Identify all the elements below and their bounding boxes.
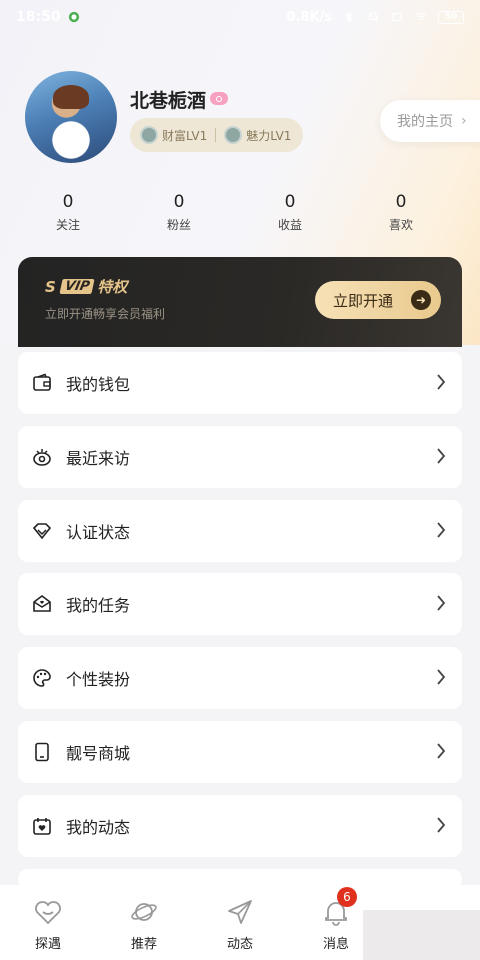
sim-icon <box>392 13 402 21</box>
svip-title: S VIP 特权 <box>45 276 127 297</box>
wifi-icon <box>415 12 427 21</box>
corner-overlay <box>363 910 480 960</box>
battery-icon: 50 <box>438 10 464 24</box>
charm-level-label: 魅力LV1 <box>246 128 292 143</box>
username: 北巷栀酒 <box>130 90 207 112</box>
status-time: 18:50 <box>16 9 61 25</box>
tab-label: 动态 <box>226 937 253 952</box>
stat-label: 粉丝 <box>166 218 191 232</box>
stat-label: 收益 <box>277 218 302 232</box>
wealth-level-icon <box>140 126 158 144</box>
tab-explore[interactable]: 探遇 <box>8 897 88 952</box>
charm-level: 魅力LV1 <box>224 126 291 144</box>
level-pill[interactable]: 财富LV1 魅力LV1 <box>130 118 303 152</box>
charm-level-icon <box>224 126 243 144</box>
menu-label: 我的任务 <box>66 596 131 615</box>
task-mail-icon <box>33 595 51 612</box>
network-speed: 0.8K/s <box>286 9 332 25</box>
svip-open-button[interactable]: 立即开通 ➜ <box>315 281 441 319</box>
stat-earnings[interactable]: 0 收益 <box>250 192 330 233</box>
message-count-badge: 6 <box>337 887 357 907</box>
app-notification-icon <box>68 11 79 23</box>
stat-following[interactable]: 0 关注 <box>28 192 108 233</box>
tab-label: 探遇 <box>34 937 61 952</box>
svip-logo-s: S <box>45 277 57 296</box>
chevron-right-icon: › <box>461 113 467 129</box>
level-divider <box>215 128 217 142</box>
planet-icon <box>131 903 157 921</box>
menu-label: 最近来访 <box>66 449 131 468</box>
stat-label: 喜欢 <box>388 218 413 232</box>
menu-label: 个性装扮 <box>66 670 131 689</box>
menu-label: 靓号商城 <box>66 744 131 763</box>
menu-item-verification[interactable]: 认证状态 <box>18 500 462 562</box>
tab-label: 推荐 <box>130 937 157 952</box>
bluetooth-icon <box>346 11 353 23</box>
chevron-right-icon <box>437 595 446 611</box>
menu-item-my-moments[interactable]: 我的动态 <box>18 795 462 857</box>
mute-icon <box>368 12 378 22</box>
eye-icon <box>33 449 51 466</box>
stat-likes[interactable]: 0 喜欢 <box>361 192 441 233</box>
calendar-heart-icon <box>33 818 51 835</box>
my-homepage-label: 我的主页 <box>397 114 453 130</box>
menu-item-wallet[interactable]: 我的钱包 <box>18 352 462 414</box>
paper-plane-icon <box>228 900 252 924</box>
chevron-right-icon <box>437 522 446 538</box>
stat-value: 0 <box>62 192 74 212</box>
svip-subtitle: 立即开通畅享会员福利 <box>45 307 166 321</box>
menu-label: 认证状态 <box>66 523 131 542</box>
heart-icon <box>35 901 61 925</box>
menu-item-vanity-number-store[interactable]: 靓号商城 <box>18 721 462 783</box>
svip-logo-vip: VIP <box>59 279 95 294</box>
chevron-right-icon <box>437 448 446 464</box>
stat-label: 关注 <box>55 218 80 232</box>
arrow-right-icon: ➜ <box>411 290 431 310</box>
wallet-icon <box>33 373 51 391</box>
chevron-right-icon <box>437 817 446 833</box>
chevron-right-icon <box>437 374 446 390</box>
status-bar: 18:50 0.8K/s 50 <box>0 0 480 34</box>
my-homepage-button[interactable]: 我的主页 › <box>380 100 480 142</box>
tab-recommend[interactable]: 推荐 <box>104 897 184 952</box>
phone-icon <box>35 742 49 762</box>
svip-title-text: 特权 <box>97 278 128 296</box>
chevron-right-icon <box>437 743 446 759</box>
svip-card[interactable]: S VIP 特权 立即开通畅享会员福利 立即开通 ➜ <box>18 257 462 347</box>
menu-item-personal-style[interactable]: 个性装扮 <box>18 647 462 709</box>
avatar[interactable] <box>25 71 117 163</box>
wealth-level-label: 财富LV1 <box>162 128 208 143</box>
stat-value: 0 <box>395 192 407 212</box>
palette-icon <box>33 669 51 687</box>
tab-moments[interactable]: 动态 <box>200 897 280 952</box>
stats-row: 0 关注 0 粉丝 0 收益 0 喜欢 <box>0 192 480 237</box>
search-badge-icon <box>210 92 228 105</box>
stat-followers[interactable]: 0 粉丝 <box>139 192 219 233</box>
menu-label: 我的钱包 <box>66 375 131 394</box>
wealth-level: 财富LV1 <box>140 126 207 144</box>
svip-open-label: 立即开通 <box>333 291 394 310</box>
diamond-icon <box>32 523 52 540</box>
chevron-right-icon <box>437 669 446 685</box>
menu-item-recent-visitors[interactable]: 最近来访 <box>18 426 462 488</box>
menu-item-my-tasks[interactable]: 我的任务 <box>18 573 462 635</box>
stat-value: 0 <box>173 192 185 212</box>
menu-label: 我的动态 <box>66 818 131 837</box>
stat-value: 0 <box>284 192 296 212</box>
